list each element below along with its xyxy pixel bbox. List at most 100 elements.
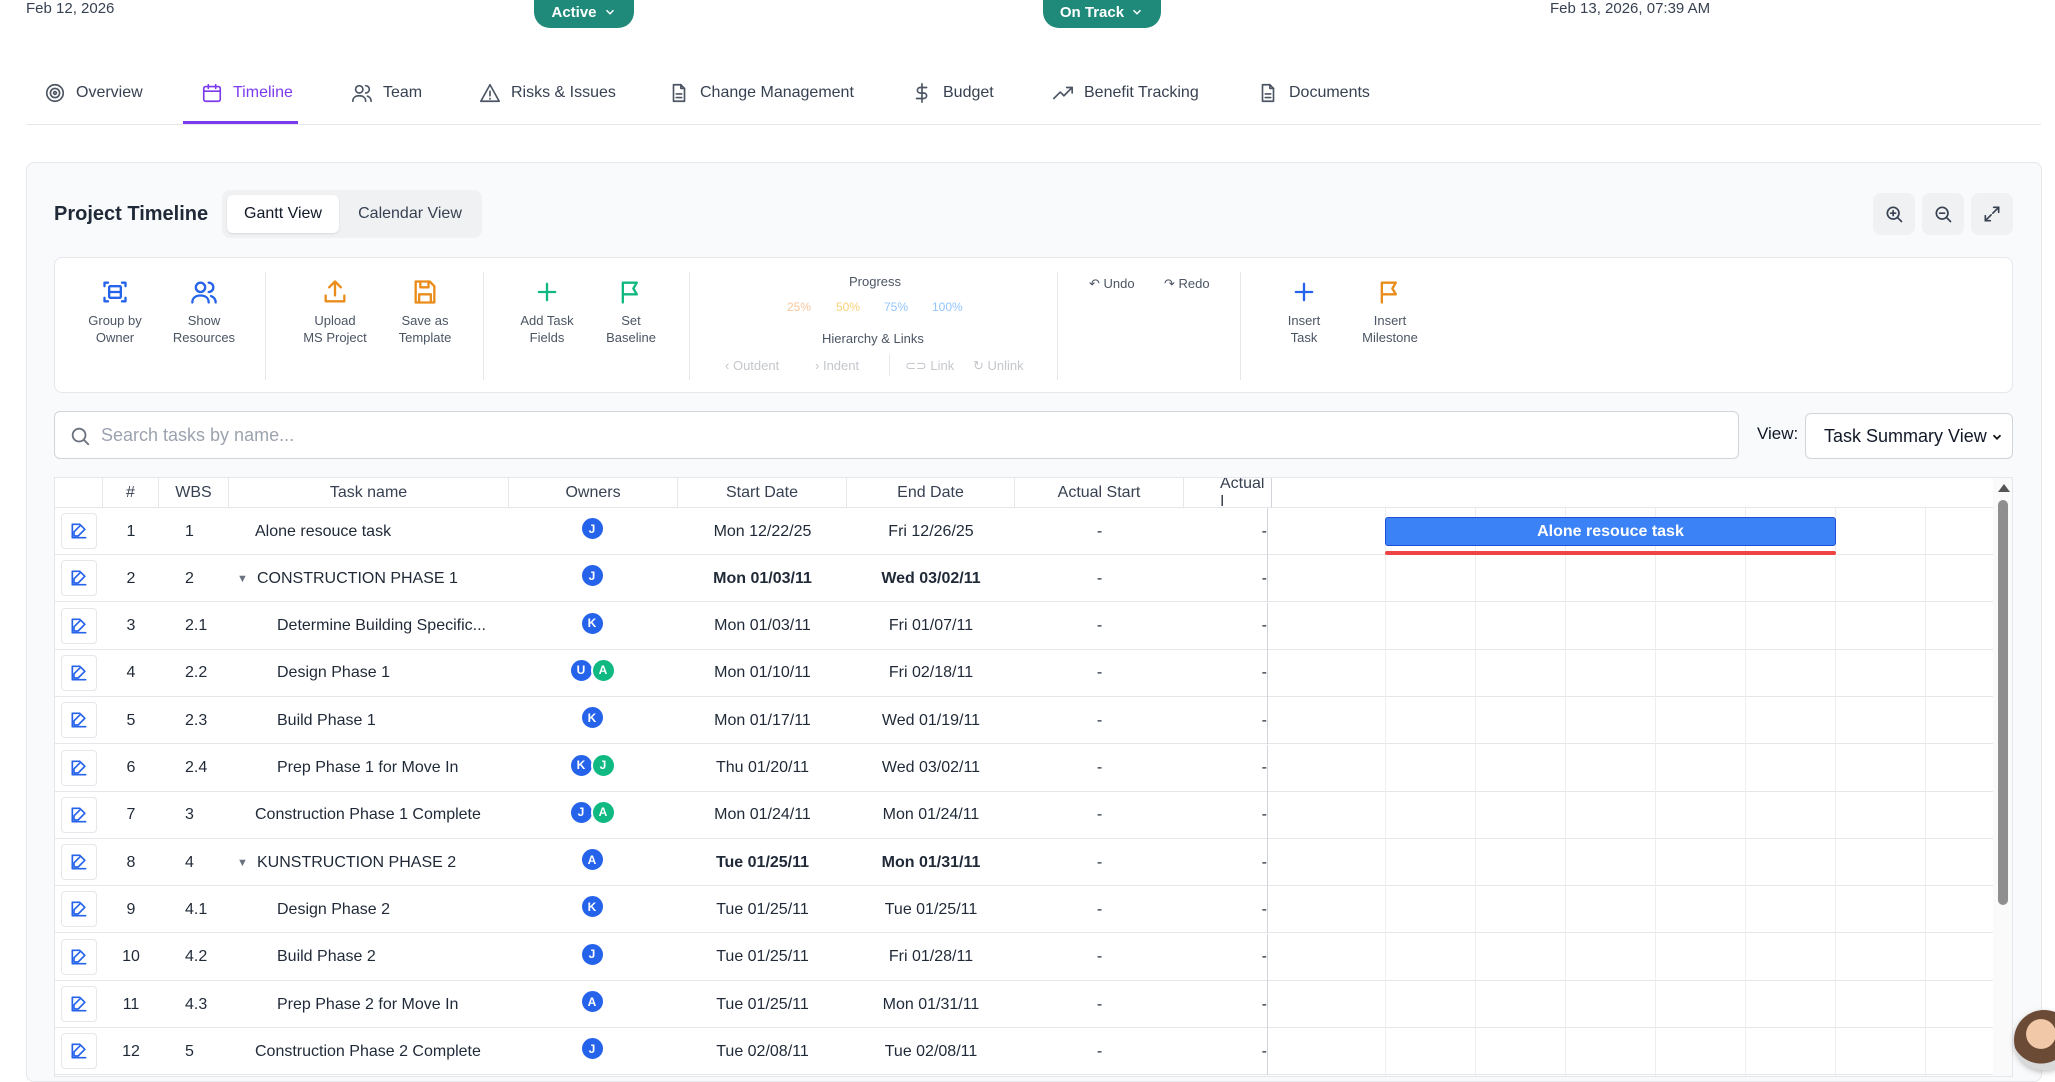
fullscreen-button[interactable]: [1971, 193, 2013, 235]
collapse-toggle[interactable]: ▼: [237, 555, 251, 602]
edit-task-button[interactable]: [61, 891, 97, 928]
table-row[interactable]: 4 2.2 Design Phase 1 U A Mon 01/10/11 Fri 02/1…: [55, 649, 1993, 697]
column-header-end-date[interactable]: End Date: [847, 478, 1015, 508]
scrollbar-thumb[interactable]: [1998, 500, 2008, 905]
owner-avatar[interactable]: K: [579, 610, 605, 636]
progress-75-button[interactable]: 75%: [884, 300, 908, 314]
outdent-button[interactable]: ‹ Outdent: [725, 358, 779, 373]
tab-risks-issues[interactable]: Risks & Issues: [479, 60, 616, 125]
column-header-actual-start[interactable]: Actual Start: [1015, 478, 1184, 508]
owner-avatar[interactable]: J: [568, 799, 594, 825]
tab-label: Budget: [943, 83, 994, 101]
table-row[interactable]: 9 4.1 Design Phase 2 K Tue 01/25/11 Tue 01/25…: [55, 886, 1993, 934]
edit-task-button[interactable]: [61, 702, 97, 739]
insert-task-button[interactable]: Insert Task: [1259, 278, 1349, 346]
table-row[interactable]: 11 4.3 Prep Phase 2 for Move In A Tue 01/25/…: [55, 981, 1993, 1028]
column-header-number[interactable]: #: [103, 478, 159, 508]
tab-change-management[interactable]: Change Management: [668, 60, 854, 125]
owner-avatar[interactable]: J: [579, 563, 605, 589]
tab-benefit-tracking[interactable]: Benefit Tracking: [1052, 60, 1199, 125]
owner-avatar[interactable]: K: [579, 894, 605, 920]
edit-task-button[interactable]: [61, 986, 97, 1022]
table-row[interactable]: 10 4.2 Build Phase 2 J Tue 01/25/11 Fri 01/28…: [55, 933, 1993, 981]
column-header-task-name[interactable]: Task name: [229, 478, 509, 508]
edit-task-button[interactable]: [61, 513, 97, 549]
task-name[interactable]: Construction Phase 2 Complete: [255, 1028, 507, 1075]
edit-task-button[interactable]: [61, 654, 97, 691]
owner-avatar[interactable]: A: [590, 799, 616, 825]
tab-documents[interactable]: Documents: [1257, 60, 1370, 125]
edit-task-button[interactable]: [61, 1033, 97, 1070]
task-name[interactable]: Prep Phase 1 for Move In: [277, 745, 507, 792]
edit-task-button[interactable]: [61, 607, 97, 644]
progress-25-button[interactable]: 25%: [787, 300, 811, 314]
owner-avatar[interactable]: A: [579, 989, 605, 1014]
edit-task-button[interactable]: [61, 796, 97, 833]
gantt-view-button[interactable]: Gantt View: [227, 195, 339, 233]
table-row[interactable]: 8 4 ▼ KUNSTRUCTION PHASE 2 A Tue 01/25/11 Mon …: [55, 839, 1993, 887]
search-input[interactable]: [99, 412, 1719, 458]
table-row[interactable]: 7 3 Construction Phase 1 Complete J A Mon 01/…: [55, 791, 1993, 839]
calendar-view-button[interactable]: Calendar View: [344, 195, 476, 233]
task-name[interactable]: Alone resouce task: [255, 508, 507, 555]
table-row[interactable]: 6 2.4 Prep Phase 1 for Move In K J Thu 01/20/…: [55, 744, 1993, 792]
group-by-owner-button[interactable]: Group by Owner: [70, 278, 160, 346]
column-header-wbs[interactable]: WBS: [159, 478, 229, 508]
column-header-start-date[interactable]: Start Date: [678, 478, 847, 508]
owner-avatar[interactable]: K: [568, 752, 594, 778]
collapse-toggle[interactable]: ▼: [237, 839, 251, 886]
column-header-owners[interactable]: Owners: [509, 478, 678, 508]
task-name[interactable]: Build Phase 2: [277, 934, 507, 981]
edit-task-button[interactable]: [61, 560, 97, 597]
column-header-actual-end[interactable]: Actual I: [1184, 478, 1272, 510]
task-name[interactable]: Prep Phase 2 for Move In: [277, 981, 507, 1028]
progress-50-button[interactable]: 50%: [836, 300, 860, 314]
task-name[interactable]: KUNSTRUCTION PHASE 2: [257, 839, 507, 886]
status-pill[interactable]: Active: [534, 0, 634, 28]
scroll-up-arrow[interactable]: [1998, 484, 2010, 492]
save-as-template-button[interactable]: Save as Template: [380, 278, 470, 346]
tab-overview[interactable]: Overview: [44, 60, 143, 125]
redo-button[interactable]: ↷ Redo: [1164, 276, 1210, 292]
insert-milestone-button[interactable]: Insert Milestone: [1345, 278, 1435, 346]
edit-task-button[interactable]: [61, 844, 97, 881]
task-name[interactable]: CONSTRUCTION PHASE 1: [257, 555, 507, 602]
owner-avatar[interactable]: A: [590, 657, 616, 683]
owner-avatar[interactable]: J: [590, 752, 616, 778]
task-name[interactable]: Design Phase 2: [277, 886, 507, 933]
progress-100-button[interactable]: 100%: [932, 300, 963, 314]
edit-task-button[interactable]: [61, 938, 97, 975]
task-name[interactable]: Determine Building Specific...: [277, 603, 507, 650]
scrollbar-track[interactable]: [1993, 478, 2012, 1076]
owner-avatar[interactable]: J: [579, 1036, 605, 1062]
tab-team[interactable]: Team: [351, 60, 422, 125]
table-row[interactable]: 12 5 Construction Phase 2 Complete J Tue 02/…: [55, 1028, 1993, 1076]
undo-button[interactable]: ↶ Undo: [1089, 276, 1135, 292]
owner-avatar[interactable]: J: [579, 941, 605, 967]
add-task-fields-button[interactable]: Add Task Fields: [502, 278, 592, 346]
edit-task-button[interactable]: [61, 749, 97, 786]
gantt-bar[interactable]: Alone resouce task: [1385, 517, 1836, 546]
table-row[interactable]: 3 2.1 Determine Building Specific... K Mon 0…: [55, 602, 1993, 650]
show-resources-button[interactable]: Show Resources: [159, 278, 249, 346]
upload-ms-project-button[interactable]: Upload MS Project: [290, 278, 380, 346]
health-pill[interactable]: On Track: [1043, 0, 1161, 28]
table-row[interactable]: 5 2.3 Build Phase 1 K Mon 01/17/11 Wed 01/19/…: [55, 697, 1993, 745]
zoom-out-button[interactable]: [1922, 193, 1964, 235]
owner-avatar[interactable]: A: [579, 847, 605, 873]
tab-timeline[interactable]: Timeline: [201, 60, 293, 125]
set-baseline-button[interactable]: Set Baseline: [586, 278, 676, 346]
table-row[interactable]: 2 2 ▼ CONSTRUCTION PHASE 1 J Mon 01/03/11 Wed …: [55, 555, 1993, 603]
unlink-button[interactable]: ↻ Unlink: [973, 358, 1024, 374]
indent-button[interactable]: › Indent: [815, 358, 859, 373]
view-select[interactable]: Task Summary View: [1805, 413, 2013, 459]
zoom-in-button[interactable]: [1873, 193, 1915, 235]
link-button[interactable]: ⊂⊃ Link: [905, 358, 954, 374]
owner-avatar[interactable]: J: [579, 516, 605, 541]
task-name[interactable]: Build Phase 1: [277, 697, 507, 744]
owner-avatar[interactable]: K: [579, 705, 605, 731]
task-name[interactable]: Construction Phase 1 Complete: [255, 792, 507, 839]
tab-budget[interactable]: Budget: [911, 60, 994, 125]
owner-avatar[interactable]: U: [568, 657, 594, 683]
task-name[interactable]: Design Phase 1: [277, 650, 507, 697]
